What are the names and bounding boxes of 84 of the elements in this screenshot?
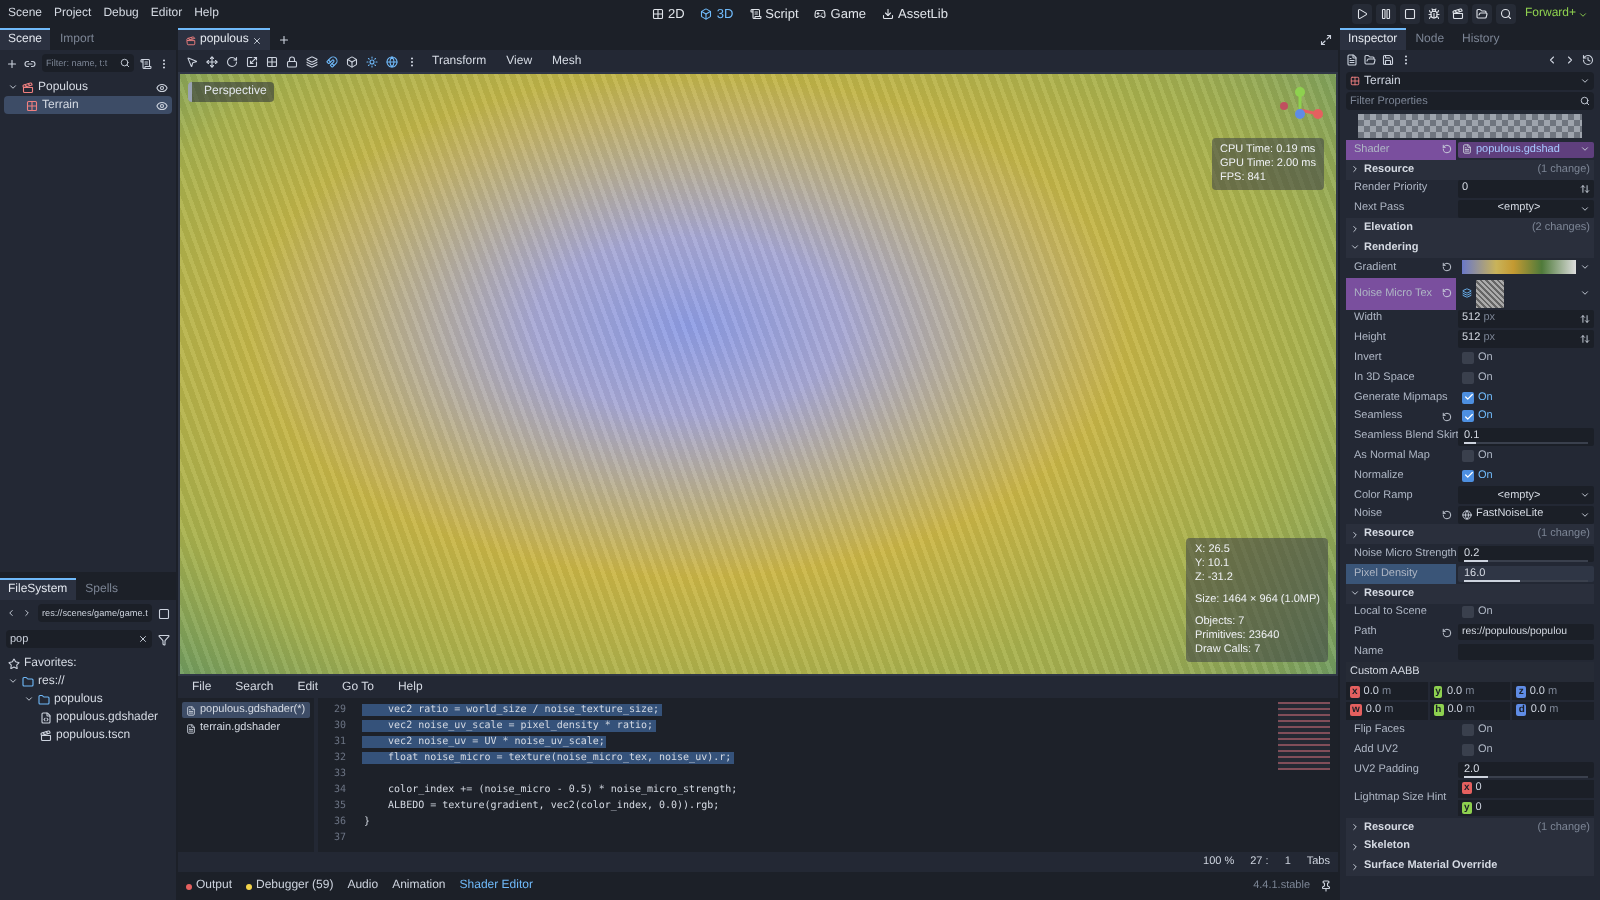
visibility-icon[interactable] [156,81,168,93]
revert-icon[interactable] [1442,411,1452,422]
search-icon [120,58,130,68]
back-icon[interactable] [1546,54,1558,66]
checkbox[interactable] [1462,371,1474,384]
bug-icon [1428,8,1441,20]
spin-arrows-icon [1580,333,1590,344]
revert-icon[interactable] [1442,262,1452,273]
rotate-icon[interactable] [226,55,238,67]
cube-icon[interactable] [346,55,358,67]
play-icon [1356,8,1369,20]
scene-file-icon [40,729,52,741]
pause-icon [1380,8,1393,20]
folder-icon [22,675,34,687]
revert-icon[interactable] [1442,144,1452,155]
run-button[interactable] [1448,4,1469,24]
texture-picker[interactable] [1458,278,1594,309]
checkbox[interactable] [1462,410,1474,423]
sun-icon[interactable] [366,55,378,67]
checkbox[interactable] [1462,391,1474,404]
visibility-icon[interactable] [156,99,168,111]
checkbox[interactable] [1462,469,1474,482]
grid-icon [652,8,665,20]
pin-icon[interactable] [1320,880,1332,892]
link-icon[interactable] [24,57,36,69]
file-icon [1462,144,1472,155]
texture-icon [1462,288,1472,299]
spin-arrows-icon [1580,313,1590,324]
checkbox[interactable] [1462,606,1474,619]
folder-icon [1476,8,1489,20]
history-icon[interactable] [1582,54,1594,66]
fullscreen-icon[interactable] [1320,33,1332,45]
cube-icon [700,8,713,20]
globe-icon [1462,509,1472,520]
gradient-picker[interactable] [1458,258,1594,276]
download-icon [882,8,894,20]
pointer-icon[interactable] [186,55,198,67]
scale-icon[interactable] [246,55,258,67]
scene-icon [186,35,196,45]
add-tab-icon[interactable] [278,33,291,45]
run-button[interactable] [1472,4,1493,24]
revert-icon[interactable] [1442,627,1452,638]
move-icon[interactable] [206,55,218,67]
noise-texture-thumbnail [1476,279,1504,308]
file-icon [186,705,196,715]
layout-icon[interactable] [158,607,170,619]
checkbox[interactable] [1462,450,1474,463]
gradient-swatch [1462,260,1576,275]
gamepad-icon [814,8,827,20]
lock-icon[interactable] [286,55,298,67]
checkbox[interactable] [1462,352,1474,365]
scene-play-icon [1452,8,1465,20]
mesh-icon [26,99,38,111]
star-icon [8,657,20,669]
script-icon[interactable] [140,57,152,69]
run-button[interactable] [1496,4,1517,24]
file-icon [186,723,196,733]
spin-arrows-icon [1580,183,1590,194]
forward-icon[interactable] [22,608,32,618]
mesh-icon [1350,76,1360,86]
run-button[interactable] [1400,4,1421,24]
open-icon[interactable] [1364,54,1376,66]
revert-icon[interactable] [1442,509,1452,520]
checkbox[interactable] [1462,724,1474,737]
folder-icon [38,693,50,705]
new-resource-icon[interactable] [1346,54,1358,66]
checkbox[interactable] [1462,744,1474,756]
group-icon[interactable] [306,55,318,67]
run-button[interactable] [1376,4,1397,24]
node-icon [22,81,34,93]
forward-icon[interactable] [1564,54,1576,66]
run-button[interactable] [1352,4,1373,24]
globe-icon[interactable] [386,55,398,67]
shader-file-icon [40,711,52,723]
revert-icon[interactable] [1442,288,1452,299]
code-editor[interactable] [318,698,1338,852]
stop-icon [1404,8,1417,20]
search-icon [1500,8,1513,20]
search-icon [1580,96,1590,106]
add-icon[interactable] [6,57,18,69]
save-icon[interactable] [1382,54,1394,66]
run-button[interactable] [1424,4,1445,24]
back-icon[interactable] [6,608,16,618]
script-icon [749,8,762,20]
